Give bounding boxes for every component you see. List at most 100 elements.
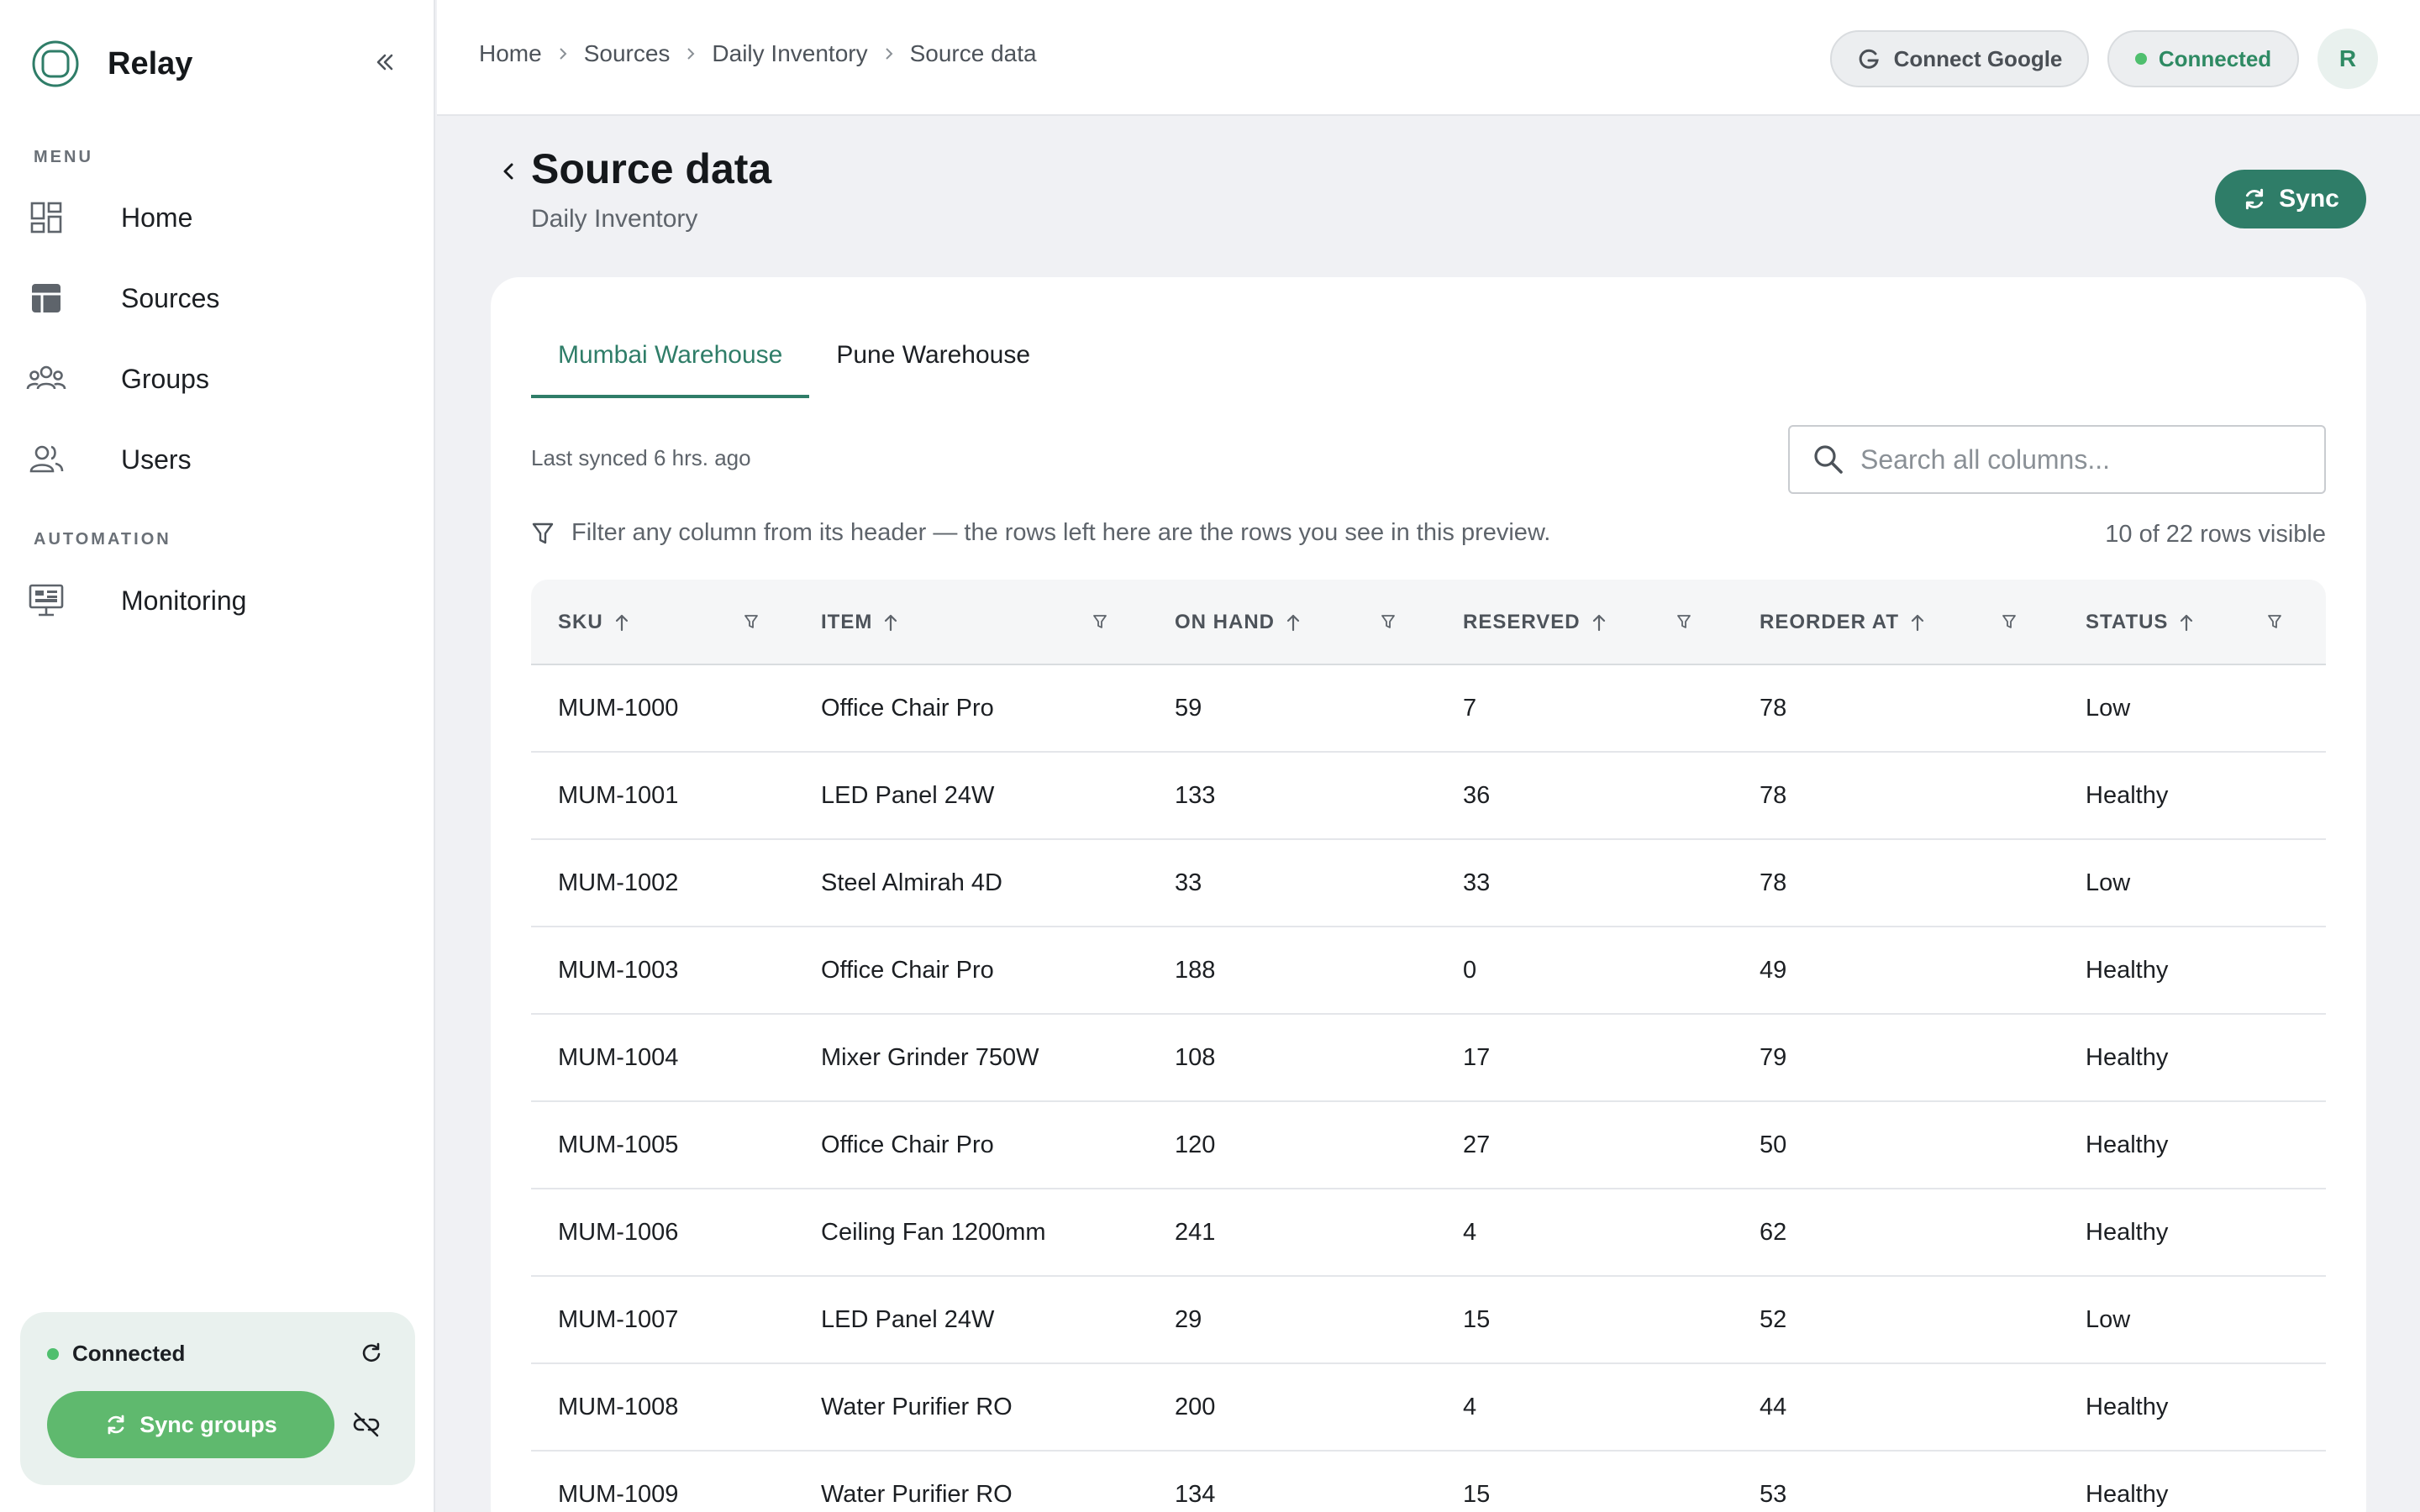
tab-pune-warehouse[interactable]: Pune Warehouse	[809, 323, 1057, 398]
cell-status: Low	[2086, 1305, 2131, 1333]
sidebar: Relay MENU Home Sources Groups Users AUT…	[0, 0, 435, 1512]
column-header-label: ON HAND	[1175, 611, 1275, 633]
search-icon	[1814, 445, 1843, 474]
sync-button[interactable]: Sync	[2215, 170, 2366, 228]
relay-logo-icon	[32, 40, 79, 87]
cell-reserved: 4	[1463, 1393, 1477, 1420]
avatar[interactable]: R	[2317, 29, 2378, 89]
column-filter-icon[interactable]	[1999, 612, 2019, 632]
sort-arrow-up-icon[interactable]	[613, 612, 630, 633]
sidebar-item-label: Groups	[121, 363, 209, 394]
cell-reorder-at: 44	[1760, 1393, 1787, 1420]
table-row[interactable]: MUM-1007 LED Panel 24W 29 15 52 Low	[531, 1277, 2326, 1364]
connected-status-pill[interactable]: Connected	[2107, 30, 2299, 87]
cell-status: Healthy	[2086, 1393, 2169, 1420]
sync-groups-button[interactable]: Sync groups	[47, 1391, 334, 1458]
back-button[interactable]	[496, 155, 521, 188]
cell-reserved: 17	[1463, 1043, 1491, 1071]
filter-icon	[531, 521, 555, 546]
sidebar-item-monitoring[interactable]: Monitoring	[25, 567, 412, 634]
search-input[interactable]	[1860, 444, 2314, 475]
sort-arrow-up-icon[interactable]	[882, 612, 899, 633]
sort-arrow-up-icon[interactable]	[1285, 612, 1302, 633]
column-filter-icon[interactable]	[1674, 612, 1694, 632]
connect-google-button[interactable]: Connect Google	[1830, 30, 2089, 87]
page-subtitle: Daily Inventory	[531, 205, 698, 233]
sort-arrow-up-icon[interactable]	[1591, 612, 1607, 633]
column-filter-icon[interactable]	[1378, 612, 1398, 632]
collapse-sidebar-button[interactable]	[366, 44, 403, 81]
cell-reserved: 4	[1463, 1218, 1477, 1246]
table-row[interactable]: MUM-1003 Office Chair Pro 188 0 49 Healthy	[531, 927, 2326, 1015]
cell-sku: MUM-1008	[558, 1393, 679, 1420]
app-name: Relay	[108, 45, 193, 81]
cell-on-hand: 200	[1175, 1393, 1216, 1420]
cell-sku: MUM-1001	[558, 781, 679, 809]
breadcrumb-home[interactable]: Home	[479, 40, 542, 67]
sort-arrow-up-icon[interactable]	[2178, 612, 2195, 633]
cell-reserved: 7	[1463, 694, 1477, 722]
column-filter-icon[interactable]	[1090, 612, 1110, 632]
sidebar-item-sources[interactable]: Sources	[25, 265, 412, 332]
users-icon	[25, 438, 67, 480]
refresh-status-button[interactable]	[356, 1337, 387, 1368]
automation-section-label: AUTOMATION	[34, 530, 171, 549]
column-filter-icon[interactable]	[2265, 612, 2285, 632]
column-header-reorder-at[interactable]: REORDER AT	[1760, 580, 1926, 665]
table-row[interactable]: MUM-1005 Office Chair Pro 120 27 50 Healthy	[531, 1102, 2326, 1189]
tab-mumbai-warehouse[interactable]: Mumbai Warehouse	[531, 323, 810, 398]
cell-status: Healthy	[2086, 1218, 2169, 1246]
sidebar-item-users[interactable]: Users	[25, 426, 412, 493]
column-header-sku[interactable]: SKU	[558, 580, 630, 665]
cell-item: Water Purifier RO	[821, 1480, 1013, 1508]
sidebar-item-home[interactable]: Home	[25, 184, 412, 251]
cell-item: Office Chair Pro	[821, 956, 994, 984]
table-row[interactable]: MUM-1000 Office Chair Pro 59 7 78 Low	[531, 665, 2326, 753]
cell-item: LED Panel 24W	[821, 1305, 995, 1333]
table-icon	[25, 277, 67, 319]
filter-hint-text: Filter any column from its header — the …	[571, 519, 1551, 546]
column-header-reserved[interactable]: RESERVED	[1463, 580, 1607, 665]
connected-label: Connected	[2158, 45, 2272, 71]
sort-arrow-up-icon[interactable]	[1909, 612, 1926, 633]
cell-reorder-at: 53	[1760, 1480, 1787, 1508]
cell-on-hand: 29	[1175, 1305, 1202, 1333]
cell-item: Office Chair Pro	[821, 694, 994, 722]
breadcrumb-daily-inventory[interactable]: Daily Inventory	[712, 40, 867, 67]
table-row[interactable]: MUM-1009 Water Purifier RO 134 15 53 Healthy	[531, 1452, 2326, 1512]
sidebar-item-groups[interactable]: Groups	[25, 345, 412, 412]
cell-sku: MUM-1009	[558, 1480, 679, 1508]
column-filter-icon[interactable]	[741, 612, 761, 632]
table-row[interactable]: MUM-1008 Water Purifier RO 200 4 44 Healthy	[531, 1364, 2326, 1452]
table-row[interactable]: MUM-1006 Ceiling Fan 1200mm 241 4 62 Healthy	[531, 1189, 2326, 1277]
cell-reserved: 0	[1463, 956, 1477, 984]
cell-on-hand: 134	[1175, 1480, 1216, 1508]
cell-reorder-at: 78	[1760, 694, 1787, 722]
cell-reserved: 33	[1463, 869, 1491, 896]
monitor-icon	[25, 580, 67, 622]
cell-status: Healthy	[2086, 781, 2169, 809]
cell-on-hand: 188	[1175, 956, 1216, 984]
groups-icon	[25, 358, 67, 400]
cell-status: Low	[2086, 869, 2131, 896]
cell-sku: MUM-1000	[558, 694, 679, 722]
table-row[interactable]: MUM-1004 Mixer Grinder 750W 108 17 79 Healthy	[531, 1015, 2326, 1102]
cell-status: Healthy	[2086, 1043, 2169, 1071]
search-box[interactable]	[1788, 425, 2326, 494]
breadcrumb-sources[interactable]: Sources	[584, 40, 671, 67]
chevron-right-icon	[685, 46, 697, 61]
sync-label: Sync	[2279, 185, 2339, 213]
column-header-status[interactable]: STATUS	[2086, 580, 2195, 665]
cell-sku: MUM-1006	[558, 1218, 679, 1246]
sidebar-item-label: Users	[121, 444, 192, 475]
column-header-item[interactable]: ITEM	[821, 580, 899, 665]
cell-item: Office Chair Pro	[821, 1131, 994, 1158]
column-header-on-hand[interactable]: ON HAND	[1175, 580, 1302, 665]
last-synced-text: Last synced 6 hrs. ago	[531, 445, 751, 470]
connection-status-card: Connected Sync groups	[20, 1312, 415, 1485]
table-row[interactable]: MUM-1001 LED Panel 24W 133 36 78 Healthy	[531, 753, 2326, 840]
disconnect-button[interactable]	[350, 1408, 383, 1441]
table-row[interactable]: MUM-1002 Steel Almirah 4D 33 33 78 Low	[531, 840, 2326, 927]
brand[interactable]: Relay	[30, 37, 192, 91]
sidebar-item-label: Monitoring	[121, 585, 247, 616]
